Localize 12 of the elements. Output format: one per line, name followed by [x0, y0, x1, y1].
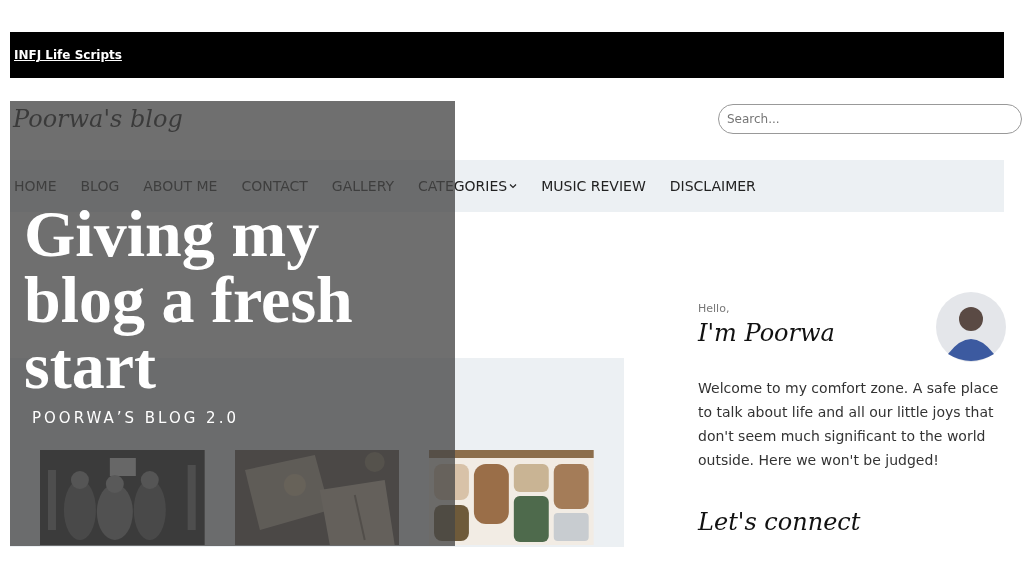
avatar [936, 292, 1006, 362]
nav-item[interactable]: DISCLAIMER [669, 178, 756, 194]
greeting: Hello, [698, 302, 731, 315]
search-field[interactable]: Search... [718, 104, 1022, 134]
nav-item[interactable]: MUSIC REVIEW [541, 178, 646, 194]
author-name: I'm Poorwa [698, 319, 835, 347]
intro-text: Welcome to my comfort zone. A safe place to talk about life and all our little joys that don't seem much significant to the world outside. Here we won't be judged! [698, 379, 1000, 470]
top-bar-link[interactable]: INFJ Life Scripts [14, 48, 122, 62]
caret-icon [509, 183, 518, 189]
cover-title: Giving my blog a fresh start [24, 201, 354, 399]
section-heading: Let's connect [698, 508, 862, 536]
cover-subtitle: POORWA’S BLOG 2.0 [31, 409, 240, 427]
